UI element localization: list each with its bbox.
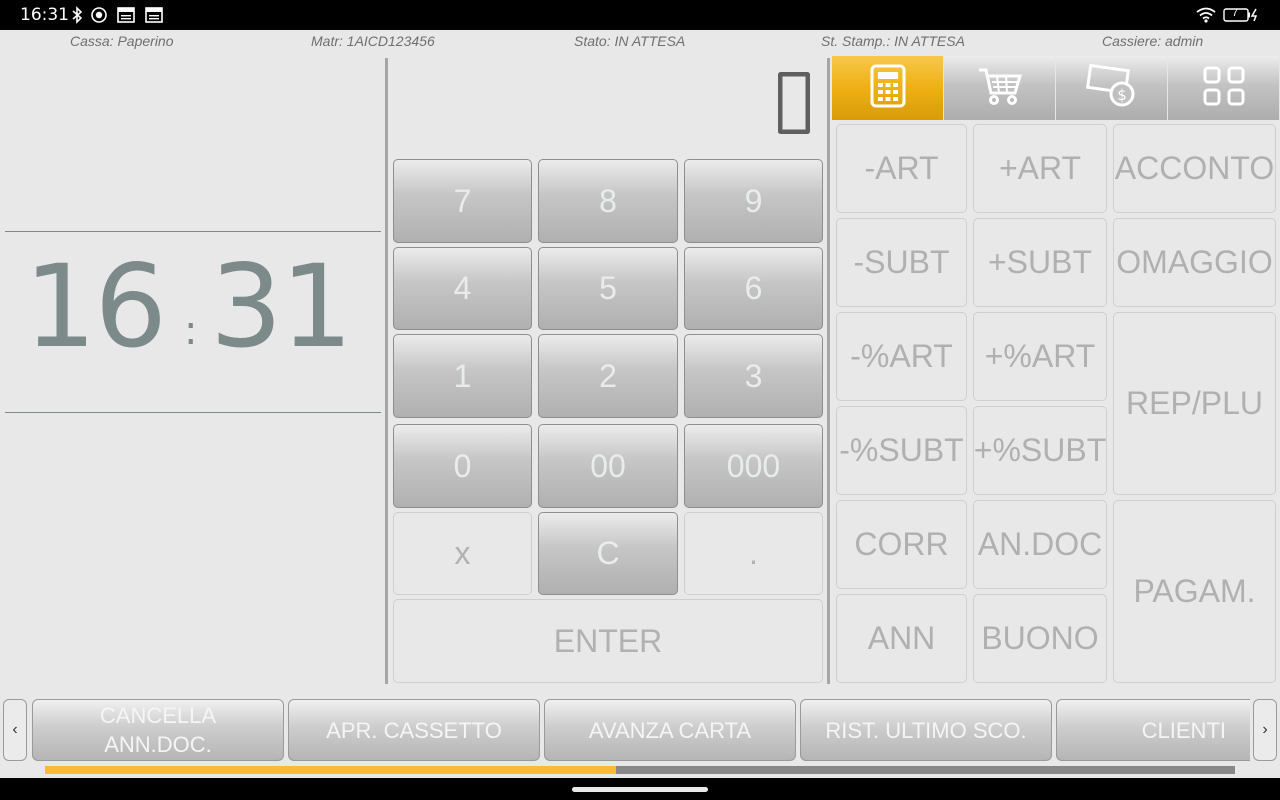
key-3[interactable]: 3 [684, 334, 823, 418]
key-00[interactable]: 00 [538, 424, 678, 508]
key-8[interactable]: 8 [538, 159, 678, 243]
key-decimal[interactable]: . [684, 512, 823, 595]
button-label: APR. CASSETTO [326, 717, 502, 743]
chevron-left-icon: ‹ [12, 721, 18, 738]
tab-cart[interactable] [944, 56, 1056, 120]
divider [5, 412, 381, 413]
tab-payments[interactable]: $ [1056, 56, 1168, 120]
button-label-line2: ANN.DOC. [104, 732, 212, 757]
key-6[interactable]: 6 [684, 247, 823, 330]
battery-level: 7 [1232, 7, 1239, 19]
amount-display: 0 [777, 71, 811, 135]
clock-separator: : [184, 308, 198, 354]
status-time: 16:31 [20, 5, 69, 25]
chevron-right-icon: › [1262, 721, 1268, 738]
matricola-label: Matr: 1AICD123456 [311, 33, 435, 49]
avanza-carta-button[interactable]: AVANZA CARTA [544, 699, 796, 761]
minus-art-button[interactable]: -ART [836, 124, 967, 213]
tab-grid[interactable] [1168, 56, 1280, 120]
cart-icon [977, 66, 1023, 111]
an-doc-button[interactable]: AN.DOC [973, 500, 1107, 589]
stato-label: Stato: IN ATTESA [574, 33, 686, 49]
key-0[interactable]: 0 [393, 424, 532, 508]
button-label-line1: CANCELLA [99, 703, 217, 728]
pagam-button[interactable]: PAGAM. [1113, 500, 1276, 683]
home-gesture-handle[interactable] [572, 787, 708, 792]
key-7[interactable]: 7 [393, 159, 532, 243]
clienti-button[interactable]: CLIENTI [1056, 699, 1250, 761]
hotspot-icon [90, 6, 108, 24]
key-000[interactable]: 000 [684, 424, 823, 508]
button-label: AVANZA CARTA [588, 717, 752, 743]
rep-plu-button[interactable]: REP/PLU [1113, 312, 1276, 495]
key-clear[interactable]: C [538, 512, 678, 595]
clock-minutes: 31 [210, 240, 353, 373]
grid-icon [1203, 66, 1245, 111]
plus-percent-subt-button[interactable]: +%SUBT [973, 406, 1107, 495]
cancella-ann-doc-button[interactable]: CANCELLA ANN.DOC. [32, 699, 284, 761]
ann-button[interactable]: ANN [836, 594, 967, 683]
bluetooth-icon [70, 6, 84, 24]
key-2[interactable]: 2 [538, 334, 678, 418]
svg-text:$: $ [1117, 86, 1127, 104]
minus-percent-art-button[interactable]: -%ART [836, 312, 967, 401]
enter-button[interactable]: ENTER [393, 599, 823, 683]
calendar-icon [117, 6, 135, 24]
calculator-icon [870, 64, 906, 113]
key-4[interactable]: 4 [393, 247, 532, 330]
panel-separator [385, 58, 388, 684]
tab-calculator[interactable] [832, 56, 944, 120]
calendar-icon [145, 6, 163, 24]
button-label: RIST. ULTIMO SCO. [825, 717, 1027, 743]
key-multiply[interactable]: x [393, 512, 532, 595]
clock-hours: 16 [24, 240, 167, 373]
printer-status-label: St. Stamp.: IN ATTESA [821, 33, 965, 49]
pos-app: Cassa: Paperino Matr: 1AICD123456 Stato:… [0, 30, 1280, 778]
cassiere-label: Cassiere: admin [1102, 33, 1204, 49]
divider [5, 231, 381, 232]
navigation-bar [0, 778, 1280, 800]
plus-art-button[interactable]: +ART [973, 124, 1107, 213]
status-bar: 16:31 7 [0, 0, 1280, 30]
toolbar-next-button[interactable]: › [1253, 699, 1277, 761]
toolbar-scrollbar-thumb[interactable] [45, 766, 617, 774]
acconto-button[interactable]: ACCONTO [1113, 124, 1276, 213]
key-9[interactable]: 9 [684, 159, 823, 243]
info-bar: Cassa: Paperino Matr: 1AICD123456 Stato:… [0, 30, 1280, 52]
key-1[interactable]: 1 [393, 334, 532, 418]
buono-button[interactable]: BUONO [973, 594, 1107, 683]
plus-percent-art-button[interactable]: +%ART [973, 312, 1107, 401]
battery-icon: 7 [1223, 6, 1261, 24]
toolbar-prev-button[interactable]: ‹ [3, 699, 27, 761]
minus-subt-button[interactable]: -SUBT [836, 218, 967, 307]
minus-percent-subt-button[interactable]: -%SUBT [836, 406, 967, 495]
apri-cassetto-button[interactable]: APR. CASSETTO [288, 699, 540, 761]
cash-icon: $ [1085, 63, 1138, 113]
panel-separator [827, 58, 830, 684]
wifi-icon [1196, 6, 1216, 24]
key-5[interactable]: 5 [538, 247, 678, 330]
cassa-label: Cassa: Paperino [70, 33, 174, 49]
corr-button[interactable]: CORR [836, 500, 967, 589]
button-label: CLIENTI [1141, 717, 1226, 743]
omaggio-button[interactable]: OMAGGIO [1113, 218, 1276, 307]
toolbar-scrollbar[interactable] [45, 766, 1235, 774]
ristampa-ultimo-scontrino-button[interactable]: RIST. ULTIMO SCO. [800, 699, 1052, 761]
plus-subt-button[interactable]: +SUBT [973, 218, 1107, 307]
